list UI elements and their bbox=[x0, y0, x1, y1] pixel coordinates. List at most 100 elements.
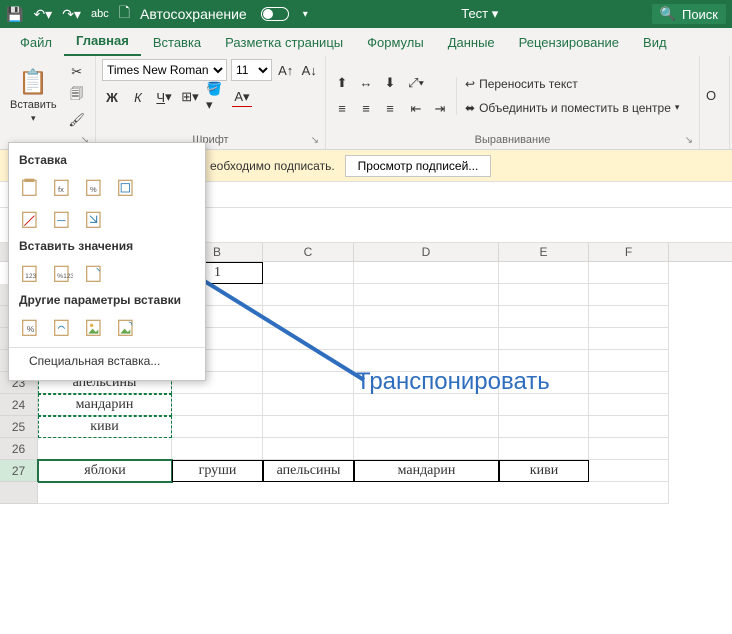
format-painter-icon[interactable]: 🖌 bbox=[67, 110, 87, 130]
merge-label: Объединить и поместить в центре bbox=[479, 101, 671, 115]
paste-icon: 📋 bbox=[18, 68, 48, 97]
copy-icon[interactable]: 🗐 bbox=[67, 86, 87, 106]
wrap-text-button[interactable]: ↩ Переносить текст bbox=[465, 77, 679, 91]
chevron-down-icon: ▾ bbox=[31, 113, 36, 124]
undo-icon[interactable]: ↶▾ bbox=[33, 6, 52, 23]
document-title: Тест ▾ bbox=[308, 6, 652, 22]
wrap-text-icon: ↩ bbox=[465, 77, 475, 91]
align-top-icon[interactable]: ⬆ bbox=[332, 73, 352, 93]
chevron-down-icon: ▾ bbox=[675, 102, 680, 113]
paste-values-icon[interactable]: 123 bbox=[19, 261, 43, 285]
font-launcher-icon[interactable]: ↘ bbox=[311, 135, 319, 146]
orientation-icon[interactable]: ⤢▾ bbox=[406, 73, 426, 93]
number-format-select[interactable]: О bbox=[706, 88, 716, 103]
paste-no-borders-icon[interactable] bbox=[19, 207, 43, 231]
paste-formulas-format-icon[interactable]: % bbox=[83, 175, 107, 199]
cell-E27[interactable]: киви bbox=[499, 460, 589, 482]
cell-B27[interactable]: груши bbox=[172, 460, 263, 482]
row-header-27[interactable]: 27 bbox=[0, 460, 38, 482]
row-header-25[interactable]: 25 bbox=[0, 416, 38, 438]
paste-formatting-icon[interactable]: % bbox=[19, 315, 43, 339]
paste-picture-icon[interactable] bbox=[83, 315, 107, 339]
row-header-26[interactable]: 26 bbox=[0, 438, 38, 460]
svg-text:123: 123 bbox=[25, 273, 36, 280]
view-signatures-button[interactable]: Просмотр подписей... bbox=[345, 155, 492, 177]
messagebar-text: еобходимо подписать. bbox=[210, 159, 335, 173]
title-bar: 💾 ↶▾ ↷▾ abc 🗋 Автосохранение ▾ Тест ▾ 🔍 … bbox=[0, 0, 732, 28]
align-left-icon[interactable]: ≡ bbox=[332, 99, 352, 119]
tab-data[interactable]: Данные bbox=[436, 31, 507, 56]
autosave-label: Автосохранение bbox=[140, 6, 247, 22]
decrease-font-icon[interactable]: A↓ bbox=[299, 60, 319, 80]
newdoc-icon[interactable]: 🗋 bbox=[119, 2, 130, 26]
paste-section-values: Вставить значения bbox=[9, 235, 205, 257]
align-right-icon[interactable]: ≡ bbox=[380, 99, 400, 119]
paste-button[interactable]: 📋 Вставить ▾ bbox=[6, 66, 61, 126]
cell-A27[interactable]: яблоки bbox=[38, 460, 172, 482]
save-icon[interactable]: 💾 bbox=[6, 6, 23, 23]
paste-transpose-icon[interactable] bbox=[83, 207, 107, 231]
paste-options-menu: Вставка fx % Вставить значения 123 %123 … bbox=[8, 142, 206, 381]
increase-font-icon[interactable]: A↑ bbox=[276, 60, 296, 80]
fill-color-icon[interactable]: 🪣▾ bbox=[206, 87, 226, 107]
tab-insert[interactable]: Вставка bbox=[141, 31, 213, 56]
search-box[interactable]: 🔍 Поиск bbox=[652, 4, 726, 24]
paste-all-icon[interactable] bbox=[19, 175, 43, 199]
increase-indent-icon[interactable]: ⇥ bbox=[430, 99, 450, 119]
alignment-launcher-icon[interactable]: ↘ bbox=[685, 135, 693, 146]
paste-keep-borders-icon[interactable] bbox=[115, 175, 139, 199]
formula-input[interactable]: яблоки bbox=[114, 182, 732, 207]
search-placeholder: Поиск bbox=[682, 7, 718, 22]
spellcheck-icon[interactable]: abc bbox=[91, 8, 109, 20]
cell-A25[interactable]: киви bbox=[38, 416, 172, 438]
search-icon: 🔍 bbox=[660, 6, 676, 22]
font-color-icon[interactable]: А▾ bbox=[232, 87, 252, 107]
align-middle-icon[interactable]: ↔ bbox=[356, 73, 376, 93]
paste-formulas-icon[interactable]: fx bbox=[51, 175, 75, 199]
cell-D27[interactable]: мандарин bbox=[354, 460, 499, 482]
tab-formulas[interactable]: Формулы bbox=[355, 31, 436, 56]
align-center-icon[interactable]: ≡ bbox=[356, 99, 376, 119]
redo-icon[interactable]: ↷▾ bbox=[62, 6, 81, 23]
italic-button[interactable]: К bbox=[128, 87, 148, 107]
decrease-indent-icon[interactable]: ⇤ bbox=[406, 99, 426, 119]
paste-link-icon[interactable] bbox=[51, 315, 75, 339]
paste-special-menu-item[interactable]: Специальная вставка... bbox=[9, 348, 205, 374]
svg-text:%: % bbox=[90, 185, 97, 194]
paste-values-srcfmt-icon[interactable] bbox=[83, 261, 107, 285]
tab-file[interactable]: Файл bbox=[8, 31, 64, 56]
ribbon-tabs: Файл Главная Вставка Разметка страницы Ф… bbox=[0, 28, 732, 56]
merge-center-button[interactable]: ⬌ Объединить и поместить в центре ▾ bbox=[465, 101, 679, 115]
alignment-group-label: Выравнивание↘ bbox=[332, 132, 693, 148]
cell-A24[interactable]: мандарин bbox=[38, 394, 172, 416]
font-size-select[interactable]: 11 bbox=[231, 59, 272, 81]
paste-linked-picture-icon[interactable] bbox=[115, 315, 139, 339]
cut-icon[interactable]: ✂ bbox=[67, 62, 87, 82]
borders-icon[interactable]: ⊞▾ bbox=[180, 87, 200, 107]
ribbon: 📋 Вставить ▾ ✂ 🗐 🖌 ↘ Times New Roman 11 … bbox=[0, 56, 732, 150]
svg-text:%123: %123 bbox=[57, 273, 73, 280]
col-header-E[interactable]: E bbox=[499, 243, 589, 261]
wrap-text-label: Переносить текст bbox=[479, 77, 578, 91]
paste-keep-colwidth-icon[interactable] bbox=[51, 207, 75, 231]
paste-section-other: Другие параметры вставки bbox=[9, 289, 205, 311]
underline-button[interactable]: Ч▾ bbox=[154, 87, 174, 107]
align-bottom-icon[interactable]: ⬇ bbox=[380, 73, 400, 93]
tab-review[interactable]: Рецензирование bbox=[507, 31, 631, 56]
svg-text:fx: fx bbox=[58, 185, 64, 194]
cell-C27[interactable]: апельсины bbox=[263, 460, 354, 482]
font-name-select[interactable]: Times New Roman bbox=[102, 59, 227, 81]
bold-button[interactable]: Ж bbox=[102, 87, 122, 107]
svg-text:%: % bbox=[27, 324, 35, 334]
paste-values-numfmt-icon[interactable]: %123 bbox=[51, 261, 75, 285]
row-header-24[interactable]: 24 bbox=[0, 394, 38, 416]
merge-icon: ⬌ bbox=[465, 101, 475, 115]
tab-view[interactable]: Вид bbox=[631, 31, 679, 56]
col-header-D[interactable]: D bbox=[354, 243, 499, 261]
tab-home[interactable]: Главная bbox=[64, 29, 141, 56]
col-header-C[interactable]: C bbox=[263, 243, 354, 261]
tab-pagelayout[interactable]: Разметка страницы bbox=[213, 31, 355, 56]
paste-label: Вставить bbox=[10, 99, 57, 111]
col-header-F[interactable]: F bbox=[589, 243, 669, 261]
autosave-toggle[interactable] bbox=[261, 7, 289, 21]
